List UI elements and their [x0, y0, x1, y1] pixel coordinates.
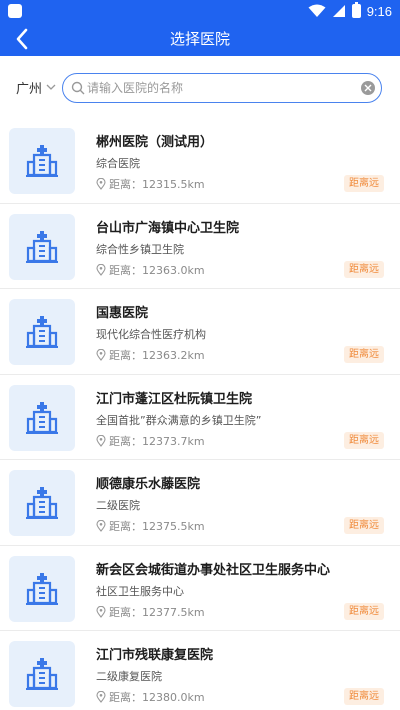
hospital-distance: 距离：12315.5km — [96, 176, 205, 192]
location-pin-icon — [96, 263, 106, 276]
app-header: 选择医院 — [0, 22, 400, 56]
hospital-building-icon — [26, 572, 58, 605]
wifi-icon — [308, 4, 326, 17]
location-pin-icon — [96, 691, 106, 703]
hospital-building-icon — [26, 145, 58, 177]
hospital-thumbnail — [9, 299, 75, 365]
distance-text: 距离：12315.5km — [109, 178, 205, 191]
hospital-name: 新会区会城街道办事处社区卫生服务中心 — [96, 562, 331, 578]
hospital-thumbnail — [9, 470, 75, 536]
hospital-type: 二级医院 — [96, 499, 140, 512]
distance-badge: 距离远 — [344, 688, 384, 705]
hospital-thumbnail — [9, 641, 75, 707]
search-bar: 广州 — [0, 56, 400, 118]
search-field[interactable] — [62, 73, 382, 103]
location-pin-icon — [96, 349, 106, 361]
distance-badge: 距离远 — [344, 346, 384, 363]
list-item[interactable]: 江门市残联康复医院 二级康复医院 距离：12380.0km 距离远 — [0, 631, 400, 710]
hospital-type: 二级康复医院 — [96, 670, 162, 683]
chevron-left-icon — [16, 28, 28, 50]
clear-icon[interactable] — [361, 81, 375, 95]
hospital-building-icon — [26, 230, 58, 263]
location-pin-icon — [96, 520, 106, 532]
hospital-type: 综合性乡镇卫生院 — [96, 242, 184, 256]
hospital-distance: 距离：12375.5km — [96, 518, 205, 534]
hospital-type: 社区卫生服务中心 — [96, 584, 184, 598]
hospital-name: 郴州医院（测试用） — [96, 135, 214, 150]
hospital-name: 国惠医院 — [96, 306, 149, 321]
distance-text: 距离：12363.2km — [109, 349, 205, 362]
hospital-building-icon — [26, 401, 58, 434]
status-bar: 9:16 — [0, 0, 400, 22]
hospital-thumbnail — [9, 555, 75, 622]
city-selector[interactable]: 广州 — [16, 76, 56, 98]
search-icon — [71, 81, 85, 95]
list-item[interactable]: 国惠医院 现代化综合性医疗机构 距离：12363.2km 距离远 — [0, 289, 400, 375]
status-time: 9:16 — [366, 3, 392, 19]
hospital-type: 现代化综合性医疗机构 — [96, 328, 206, 341]
distance-text: 距离：12373.7km — [109, 434, 205, 448]
distance-badge: 距离远 — [344, 175, 384, 192]
hospital-name: 江门市残联康复医院 — [96, 648, 214, 663]
hospital-type: 综合医院 — [96, 157, 140, 170]
hospital-thumbnail — [9, 384, 75, 451]
distance-text: 距离：12377.5km — [109, 605, 205, 619]
hospital-name: 台山市广海镇中心卫生院 — [96, 220, 240, 236]
battery-icon — [351, 2, 361, 18]
hospital-distance: 距离：12363.0km — [96, 262, 205, 278]
location-pin-icon — [96, 178, 106, 190]
list-item[interactable]: 江门市蓬江区杜阮镇卫生院 全国首批”群众满意的乡镇卫生院” 距离：12373.7… — [0, 375, 400, 460]
hospital-distance: 距离：12377.5km — [96, 604, 205, 620]
hospital-distance: 距离：12373.7km — [96, 433, 205, 449]
list-item[interactable]: 顺德康乐水藤医院 二级医院 距离：12375.5km 距离远 — [0, 460, 400, 546]
list-item[interactable]: 台山市广海镇中心卫生院 综合性乡镇卫生院 距离：12363.0km 距离远 — [0, 204, 400, 289]
distance-text: 距离：12380.0km — [109, 691, 205, 704]
hospital-type: 全国首批”群众满意的乡镇卫生院” — [96, 413, 262, 427]
distance-badge: 距离远 — [344, 517, 384, 534]
status-indicators: 9:16 — [308, 2, 392, 20]
chevron-down-icon — [46, 84, 56, 90]
distance-badge: 距离远 — [344, 431, 384, 449]
distance-text: 距离：12363.0km — [109, 263, 205, 277]
location-pin-icon — [96, 434, 106, 447]
hospital-distance: 距离：12380.0km — [96, 689, 205, 705]
hospital-building-icon — [26, 316, 58, 348]
page-title: 选择医院 — [169, 30, 230, 48]
hospital-thumbnail — [9, 213, 75, 280]
hospital-name: 顺德康乐水藤医院 — [96, 477, 201, 492]
hospital-building-icon — [26, 487, 58, 519]
hospital-distance: 距离：12363.2km — [96, 347, 205, 363]
back-button[interactable] — [8, 25, 36, 53]
search-input[interactable] — [87, 77, 357, 99]
list-item[interactable]: 新会区会城街道办事处社区卫生服务中心 社区卫生服务中心 距离：12377.5km… — [0, 546, 400, 631]
notification-icon — [8, 4, 22, 18]
hospital-name: 江门市蓬江区杜阮镇卫生院 — [96, 391, 253, 407]
distance-badge: 距离远 — [344, 260, 384, 278]
location-pin-icon — [96, 605, 106, 618]
hospital-building-icon — [26, 658, 58, 690]
city-label: 广州 — [16, 81, 43, 97]
list-item[interactable]: 郴州医院（测试用） 综合医院 距离：12315.5km 距离远 — [0, 118, 400, 204]
hospital-thumbnail — [9, 128, 75, 194]
close-icon — [364, 84, 372, 92]
signal-icon — [332, 5, 345, 17]
hospital-list: 郴州医院（测试用） 综合医院 距离：12315.5km 距离远 台山市广海镇中心… — [0, 118, 400, 710]
distance-badge: 距离远 — [344, 602, 384, 620]
distance-text: 距离：12375.5km — [109, 520, 205, 533]
